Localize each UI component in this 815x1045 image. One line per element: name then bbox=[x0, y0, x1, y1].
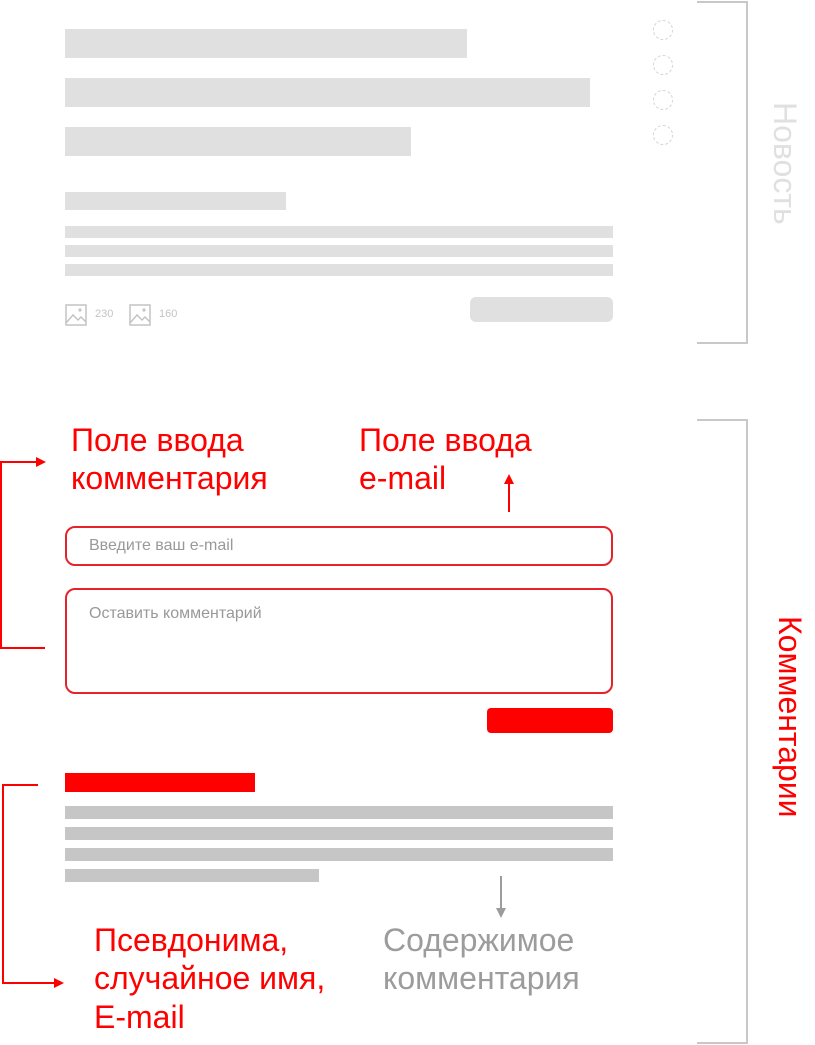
share-dot-icon[interactable] bbox=[653, 125, 673, 145]
annotation-line: комментария bbox=[383, 960, 580, 997]
annotation-author: Псевдонима, случайное имя, E-mail bbox=[94, 921, 325, 1036]
annotation-line: Содержимое bbox=[383, 922, 575, 958]
annotation-comment-field: Поле ввода комментария bbox=[71, 421, 268, 498]
comment-text-line-3 bbox=[65, 848, 613, 861]
annotation-line: e-mail bbox=[359, 460, 447, 497]
annotation-content: Содержимое комментария bbox=[383, 921, 580, 998]
comment-author-placeholder bbox=[65, 773, 255, 792]
read-more-button[interactable] bbox=[470, 297, 613, 322]
comments-bracket bbox=[697, 419, 748, 1044]
image-count-text: 160 bbox=[159, 308, 178, 320]
news-label: Новость bbox=[767, 102, 803, 225]
email-input[interactable]: Введите ваш e-mail bbox=[65, 526, 613, 566]
comment-text-line-2 bbox=[65, 827, 613, 840]
annotation-line: комментария bbox=[71, 460, 268, 497]
headline-line-1 bbox=[65, 29, 467, 58]
annotation-line: Поле ввода bbox=[71, 422, 244, 458]
share-dot-icon[interactable] bbox=[653, 90, 673, 110]
annotation-line: Псевдонима, bbox=[94, 922, 289, 958]
email-placeholder: Введите ваш e-mail bbox=[89, 537, 234, 554]
share-dot-icon[interactable] bbox=[653, 55, 673, 75]
comment-text-line-4 bbox=[65, 869, 319, 882]
share-dot-icon[interactable] bbox=[653, 20, 673, 40]
news-bracket bbox=[697, 1, 748, 344]
comment-field-connector bbox=[0, 461, 45, 649]
annotation-line: Поле ввода bbox=[359, 422, 532, 458]
body-line-2 bbox=[65, 245, 613, 257]
annotation-email-field: Поле ввода e-mail bbox=[359, 421, 532, 498]
body-line-1 bbox=[65, 226, 613, 238]
image-icon bbox=[65, 304, 87, 326]
comments-label: Комментарии bbox=[772, 616, 808, 818]
annotation-line: случайное имя, bbox=[94, 960, 326, 997]
headline-line-3 bbox=[65, 127, 411, 156]
arrow-right-icon bbox=[54, 978, 64, 988]
body-line-3 bbox=[65, 264, 613, 276]
comment-text-line-1 bbox=[65, 806, 613, 819]
subtitle-line bbox=[65, 192, 286, 210]
submit-button[interactable] bbox=[487, 708, 613, 733]
headline-line-2 bbox=[65, 78, 590, 107]
image-count-text: 230 bbox=[95, 308, 114, 320]
connector-lines bbox=[0, 457, 514, 988]
annotation-line: E-mail bbox=[94, 998, 185, 1035]
comment-textarea[interactable]: Оставить комментарий bbox=[65, 588, 613, 694]
comment-placeholder: Оставить комментарий bbox=[89, 605, 262, 622]
image-icon bbox=[129, 304, 151, 326]
arrow-down-icon bbox=[496, 908, 506, 918]
author-connector bbox=[2, 784, 56, 984]
arrow-right-icon bbox=[36, 457, 46, 467]
